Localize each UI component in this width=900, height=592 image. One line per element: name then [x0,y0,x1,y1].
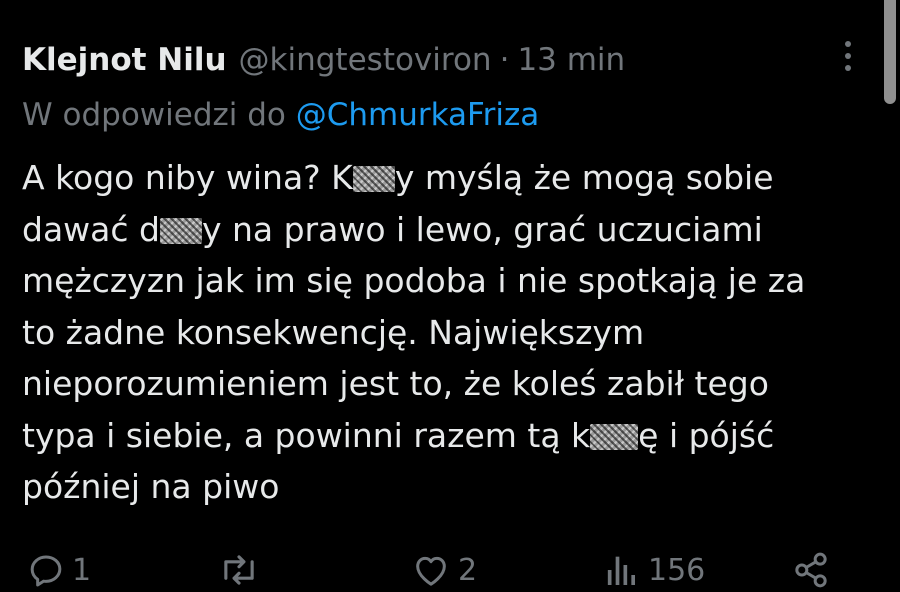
views-icon [607,556,635,585]
heart-icon [416,556,446,586]
tweet: Klejnot Nilu @kingtestoviron · 13 min W … [0,0,900,591]
display-name[interactable]: Klejnot Nilu [22,36,227,84]
tweet-text-line: mężczyzn jak im się podoba i nie spotkaj… [22,261,806,300]
reply-mention-link[interactable]: @ChmurkaFriza [296,97,540,133]
action-bar: 1 2 156 [0,548,900,592]
share-button[interactable] [790,548,832,592]
share-icon [795,552,827,588]
tweet-text: A kogo niby wina? Ky myślą że mogą sobie… [22,152,882,513]
views-count: 156 [648,552,706,588]
tweet-header: Klejnot Nilu @kingtestoviron · 13 min [22,36,625,84]
user-handle[interactable]: @kingtestoviron [239,36,492,84]
timestamp[interactable]: 13 min [517,36,625,84]
like-button[interactable]: 2 [410,548,477,592]
reply-icon [30,555,62,587]
separator-dot: · [499,42,510,78]
tweet-text-line: to żadne konsekwencję. Największym [22,312,645,352]
views-button[interactable]: 156 [602,548,705,592]
tweet-text-line: A kogo niby wina? Ky myślą że mogą sobie [22,158,774,197]
reply-context: W odpowiedzi do @ChmurkaFriza [22,92,539,138]
like-count: 2 [458,552,478,588]
retweet-icon [224,555,254,585]
retweet-button[interactable] [216,548,268,592]
reply-prefix: W odpowiedzi do [22,97,286,133]
censored-word [159,217,202,244]
tweet-text-line: później na piwo [22,467,280,506]
censored-word [352,166,395,192]
reply-button[interactable]: 1 [26,548,91,592]
more-icon [845,41,851,47]
reply-count: 1 [72,552,92,588]
censored-word [590,423,639,450]
tweet-text-line: typa i siebie, a powinni razem tą kę i p… [22,415,775,455]
tweet-text-line: nieporozumieniem jest to, że koleś zabił… [22,364,769,403]
scrollbar[interactable] [884,0,896,104]
tweet-text-line: dawać dy na prawo i lewo, grać uczuciami [22,209,763,249]
more-options-button[interactable] [830,36,866,76]
